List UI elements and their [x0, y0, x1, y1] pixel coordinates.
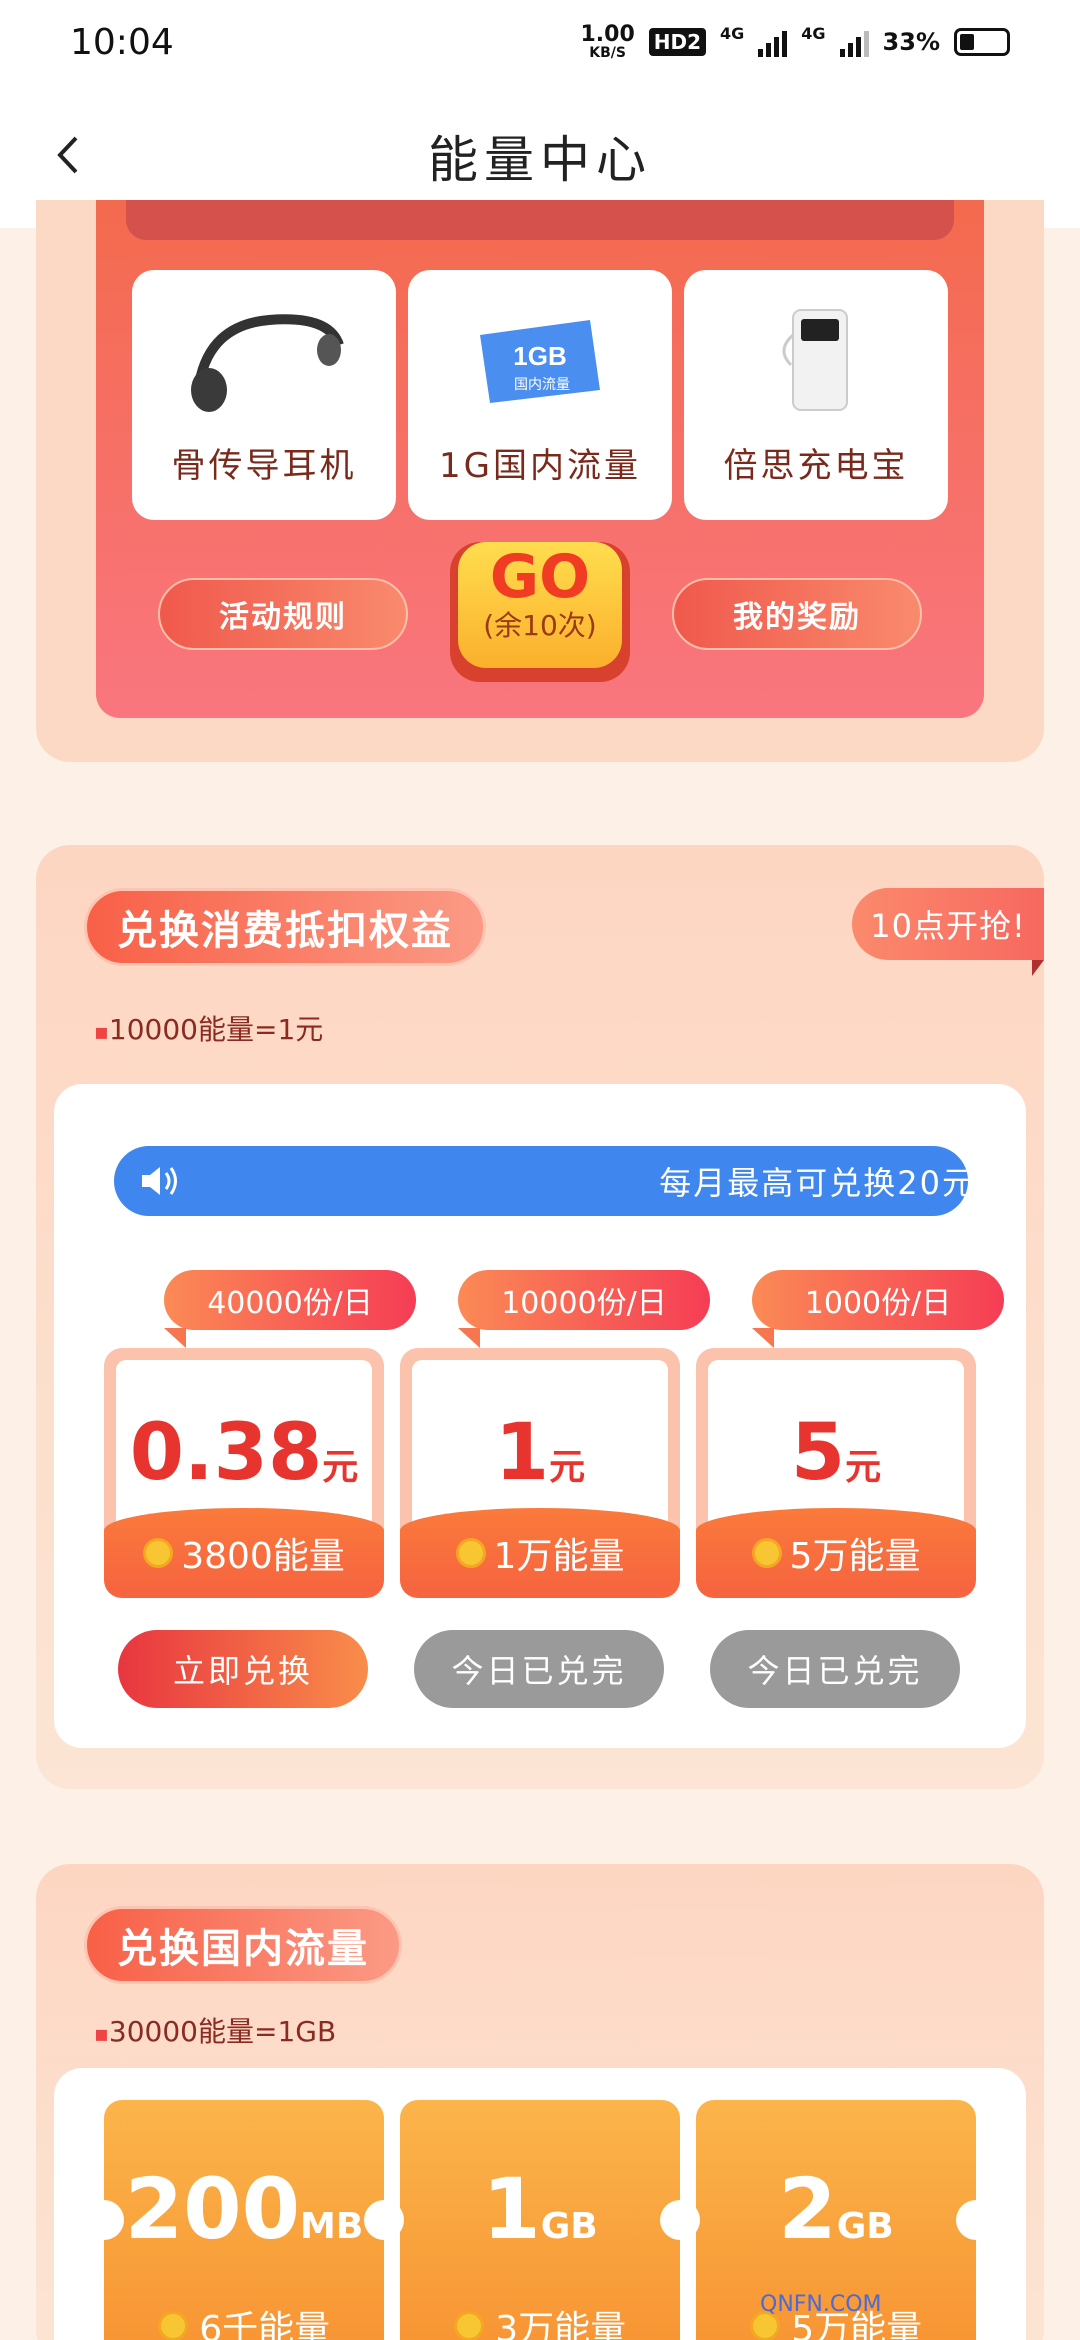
notice-bar: 每月最高可兑换20元	[114, 1146, 968, 1216]
power-bank-icon	[782, 309, 848, 411]
flow-section-title: 兑换国内流量	[84, 1906, 402, 1984]
go-remaining: (余10次)	[483, 609, 597, 642]
status-icons: 1.00 KB/S HD2 4G 4G 33%	[580, 24, 1010, 60]
quota-tag: 1000份/日	[752, 1270, 1004, 1348]
redeem-button[interactable]: 立即兑换	[118, 1630, 368, 1708]
flow-cost: 3万能量	[495, 2309, 627, 2340]
start-time-badge: 10点开抢!	[852, 888, 1044, 976]
flow-card[interactable]: 200MB 6千能量	[104, 2100, 384, 2340]
flow-unit: GB	[540, 2206, 598, 2247]
hd-icon: HD2	[648, 28, 707, 56]
status-bar: 10:04 1.00 KB/S HD2 4G 4G 33%	[0, 0, 1080, 84]
coupon-amount: 0.38	[129, 1408, 323, 1498]
rules-button[interactable]: 活动规则	[158, 578, 408, 650]
coupon-unit: 元	[322, 1447, 359, 1488]
coupon-cost: 1万能量	[493, 1536, 625, 1577]
prize-headphones[interactable]: 骨传导耳机	[132, 270, 396, 520]
coin-icon	[143, 1538, 174, 1568]
coupon-cost: 5万能量	[789, 1536, 921, 1577]
coupon-amount: 5	[790, 1408, 846, 1498]
coin-icon	[455, 1538, 486, 1568]
coupon-amount: 1	[494, 1408, 550, 1498]
coin-icon	[751, 1538, 782, 1568]
net-speed: 1.00 KB/S	[580, 22, 635, 61]
prize-powerbank[interactable]: 倍思充电宝	[684, 270, 948, 520]
consume-section-title: 兑换消费抵扣权益	[84, 888, 486, 966]
coupon-card[interactable]: 1元 1万能量	[400, 1348, 680, 1598]
data-ticket-icon: 1GB 国内流量	[480, 320, 600, 403]
sig2-label: 4G	[801, 24, 826, 43]
page-title: 能量中心	[428, 131, 652, 189]
consume-rate: ▪10000能量=1元	[94, 1013, 324, 1046]
flow-amount: 2	[778, 2160, 837, 2258]
sold-out-button[interactable]: 今日已兑完	[414, 1630, 664, 1708]
coupon-card[interactable]: 5元 5万能量	[696, 1348, 976, 1598]
ticket-big-text: 1GB	[513, 341, 566, 371]
go-label: GO	[489, 542, 591, 612]
coupon-unit: 元	[845, 1447, 882, 1488]
speaker-icon	[142, 1167, 177, 1195]
flow-amount: 1	[482, 2160, 541, 2258]
flow-card[interactable]: 1GB 3万能量	[400, 2100, 680, 2340]
watermark: QNFN.COM	[760, 2292, 882, 2317]
prize-data[interactable]: 1GB 国内流量 1G国内流量	[408, 270, 672, 520]
my-rewards-button[interactable]: 我的奖励	[672, 578, 922, 650]
flow-cost: 6千能量	[199, 2309, 331, 2340]
battery-percent: 33%	[882, 28, 940, 56]
flow-unit: GB	[836, 2206, 894, 2247]
flow-unit: MB	[300, 2206, 364, 2247]
flow-amount: 200	[124, 2160, 301, 2258]
prize-label: 骨传导耳机	[171, 446, 357, 486]
signal-icon	[758, 27, 788, 57]
back-arrow-icon[interactable]	[46, 130, 96, 180]
quota-tag: 10000份/日	[458, 1270, 710, 1348]
sold-out-button[interactable]: 今日已兑完	[710, 1630, 960, 1708]
coin-icon	[157, 2311, 188, 2340]
prize-label: 倍思充电宝	[723, 446, 909, 486]
flow-rate: ▪30000能量=1GB	[94, 2015, 337, 2048]
quota-tag: 40000份/日	[164, 1270, 416, 1348]
status-time: 10:04	[70, 21, 174, 63]
coin-icon	[453, 2311, 484, 2340]
coupon-card[interactable]: 0.38元 3800能量	[104, 1348, 384, 1598]
prize-label: 1G国内流量	[439, 446, 641, 486]
coupon-unit: 元	[549, 1447, 586, 1488]
sig1-label: 4G	[720, 24, 745, 43]
notice-text: 每月最高可兑换20元	[659, 1164, 968, 1202]
battery-icon	[954, 28, 1010, 56]
headphones-icon	[191, 314, 344, 412]
go-button[interactable]: GO (余10次)	[450, 542, 630, 682]
ticket-small-text: 国内流量	[514, 377, 570, 393]
coupon-cost: 3800能量	[181, 1536, 345, 1577]
signal-icon-2	[839, 27, 869, 57]
